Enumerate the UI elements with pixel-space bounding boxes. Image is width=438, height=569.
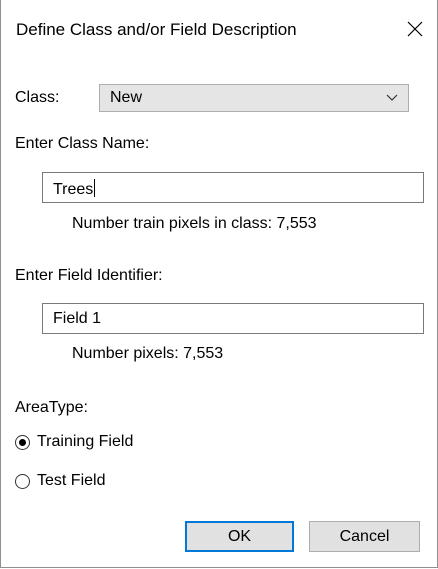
class-name-label: Enter Class Name:	[15, 135, 150, 152]
train-pixels-count: Number train pixels in class: 7,553	[72, 215, 317, 232]
define-class-dialog: Define Class and/or Field Description Cl…	[0, 0, 438, 568]
class-name-input[interactable]: Trees	[42, 172, 424, 203]
radio-training-circle	[15, 435, 30, 450]
radio-test-circle	[15, 474, 30, 489]
dialog-title: Define Class and/or Field Description	[16, 20, 297, 39]
chevron-down-icon	[386, 94, 398, 101]
title-bar[interactable]: Define Class and/or Field Description	[1, 0, 437, 62]
field-identifier-label: Enter Field Identifier:	[15, 267, 163, 284]
area-type-label: AreaType:	[15, 399, 88, 416]
class-dropdown-value: New	[110, 89, 143, 106]
close-button[interactable]	[393, 8, 437, 52]
field-identifier-value: Field 1	[53, 310, 102, 327]
close-icon	[407, 21, 423, 37]
ok-button[interactable]: OK	[185, 521, 294, 552]
radio-training-label: Training Field	[37, 433, 134, 450]
cancel-button[interactable]: Cancel	[309, 521, 420, 552]
field-identifier-input[interactable]: Field 1	[42, 303, 424, 334]
text-caret	[94, 179, 96, 197]
class-name-value: Trees	[53, 181, 94, 198]
radio-test-label: Test Field	[37, 472, 106, 489]
class-label: Class:	[15, 89, 60, 106]
field-pixels-count: Number pixels: 7,553	[72, 345, 224, 362]
radio-selected-dot	[19, 439, 26, 446]
class-dropdown[interactable]: New	[99, 84, 409, 112]
